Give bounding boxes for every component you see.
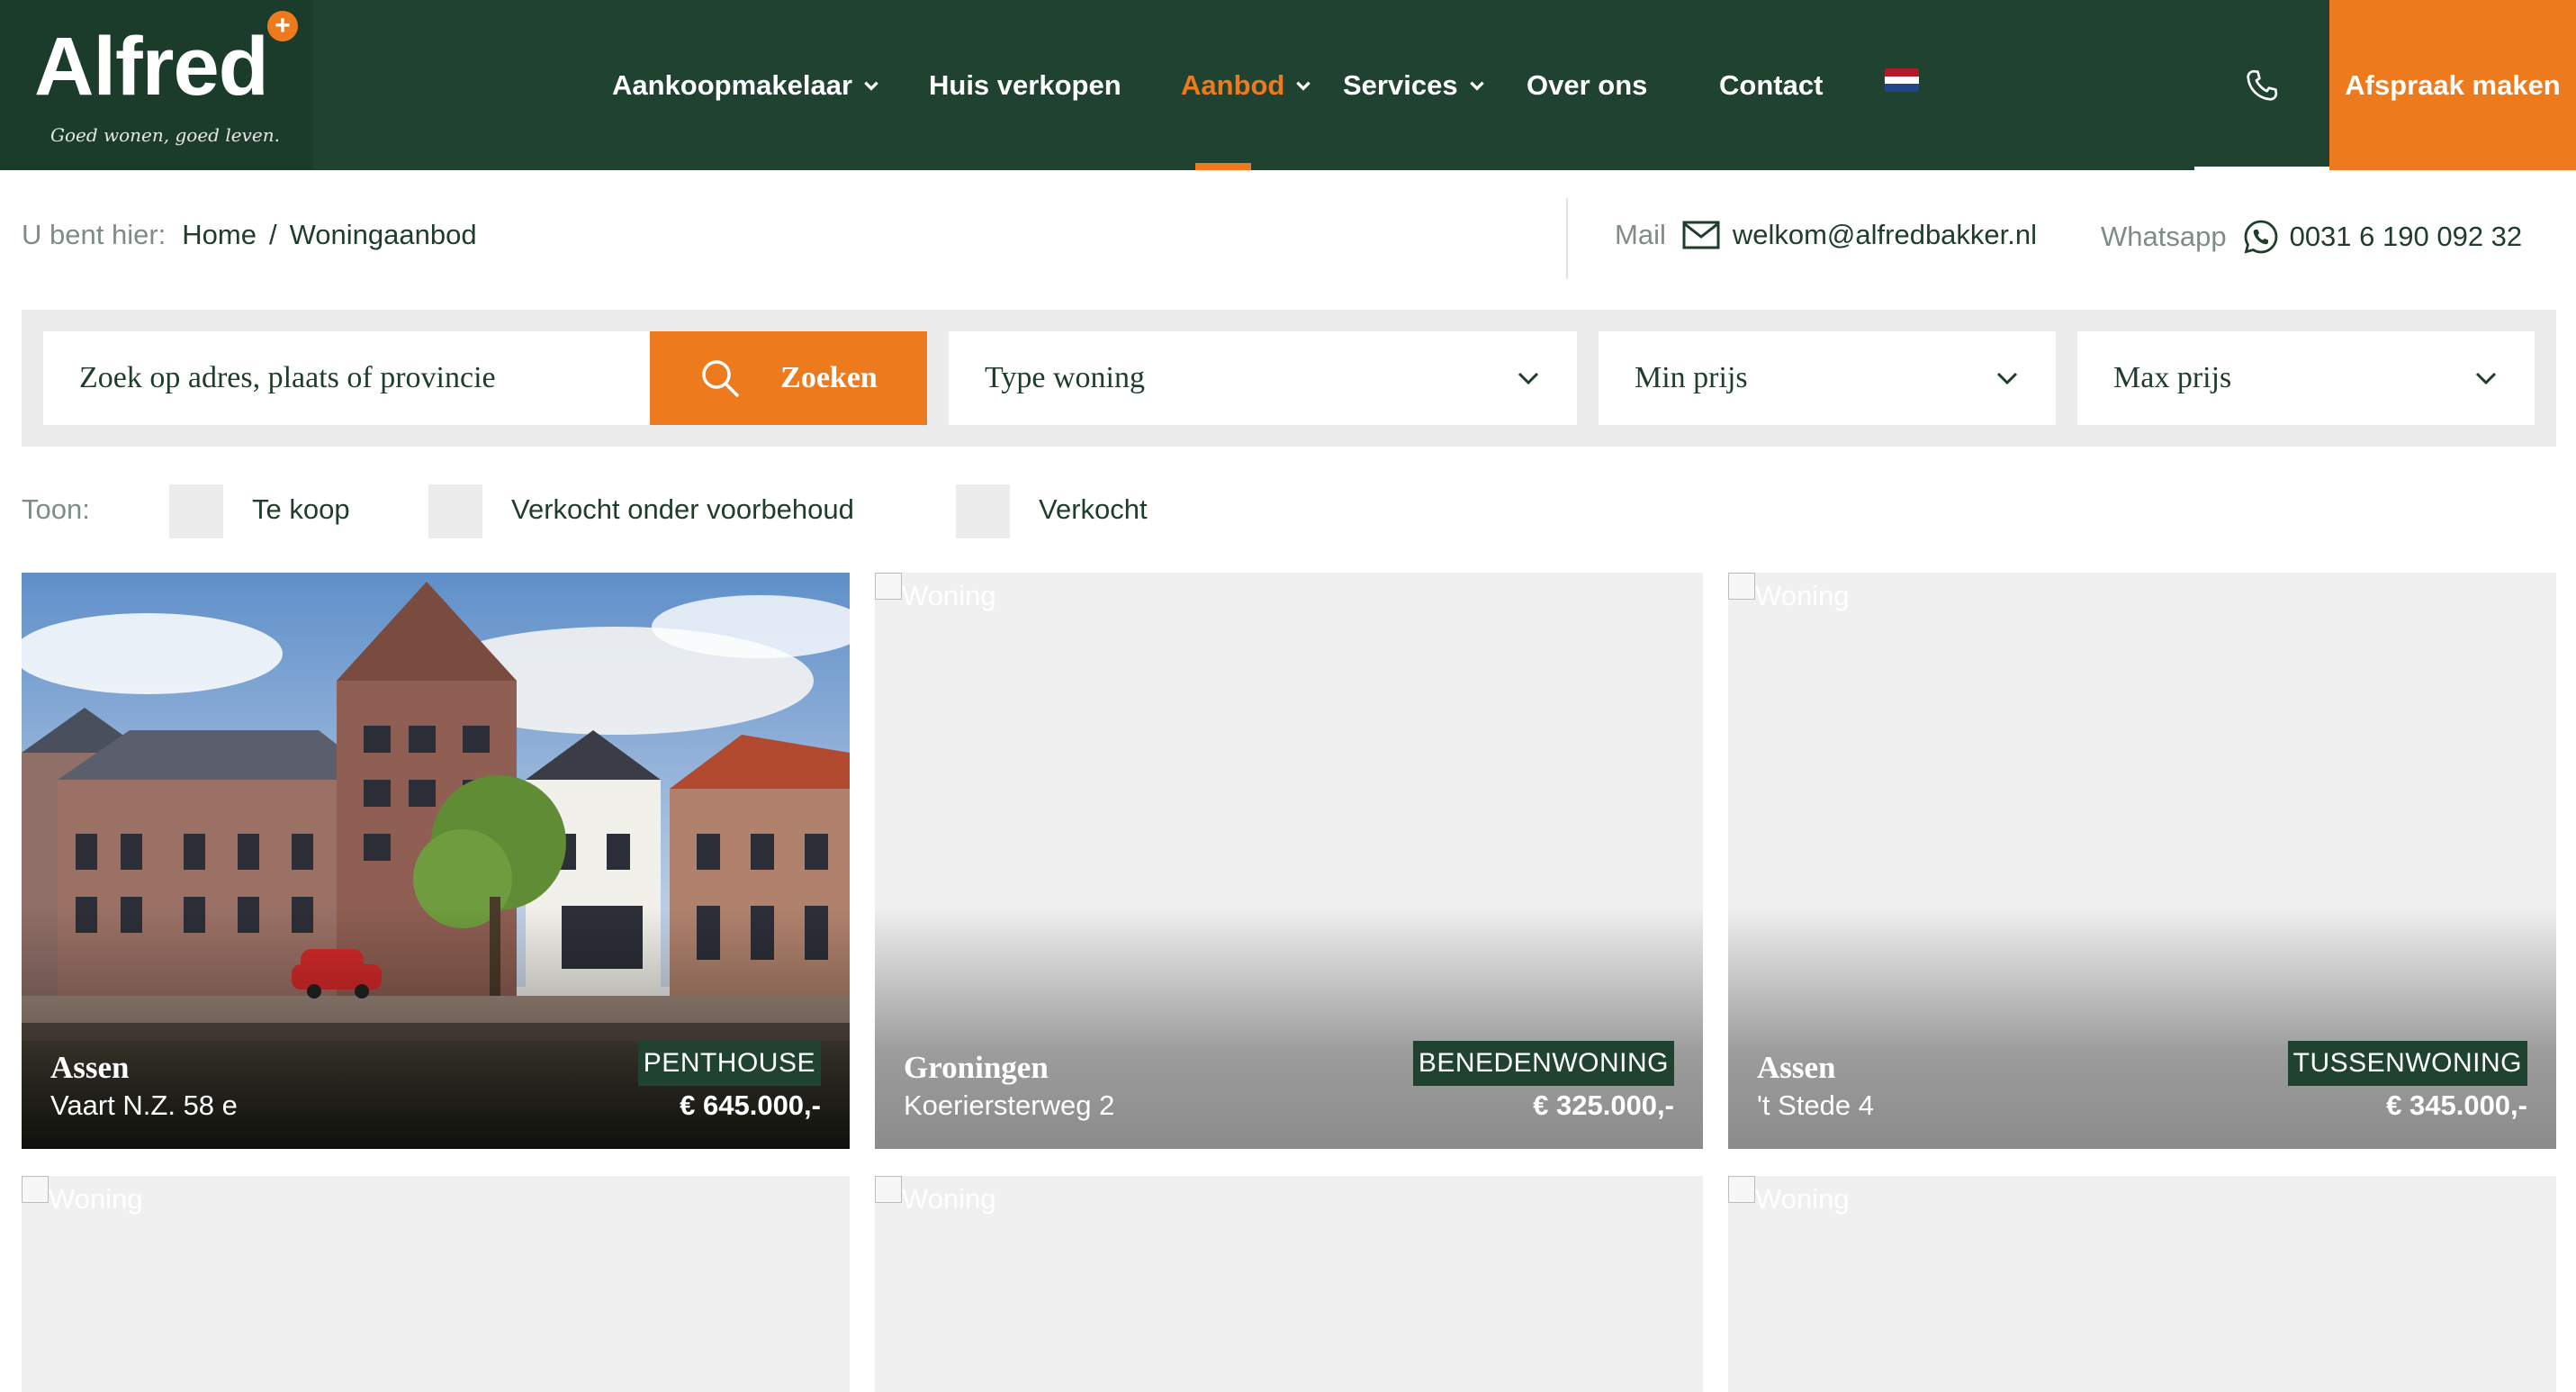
header-divider [1566,198,1568,279]
type-woning-label: Type woning [985,361,1145,394]
broken-image-icon [875,573,902,600]
nav-item-over-ons[interactable]: Over ons [1527,0,1647,170]
broken-image-icon [875,1176,902,1203]
search-icon [702,360,739,397]
listing-price: € 645.000,- [680,1089,821,1121]
breadcrumb-current: Woningaanbod [289,219,477,250]
logo-wordmark: Alfred [34,21,269,113]
nav-item-contact[interactable]: Contact [1719,0,1823,170]
phone-icon [2247,69,2278,101]
listing-card[interactable]: Woning Groningen Koeriersterweg 2 BENEDE… [875,573,1703,1149]
nav-item-huis-verkopen[interactable]: Huis verkopen [929,0,1121,170]
dutch-flag-icon[interactable] [1885,68,1919,92]
whatsapp-icon [2244,220,2277,254]
site-header: Alfred + Goed wonen, goed leven. Aankoop… [0,0,2576,170]
type-woning-select[interactable]: Type woning [949,331,1577,425]
image-alt-text: Woning [902,1183,996,1215]
breadcrumb: U bent hier: Home / Woningaanbod [22,219,477,251]
mail-contact[interactable]: Mail welkom@alfredbakker.nl [1615,219,2037,251]
breadcrumb-home[interactable]: Home [182,219,257,250]
min-prijs-select[interactable]: Min prijs [1599,331,2056,425]
chevron-down-icon [2475,372,2497,385]
listing-card[interactable]: Woning [875,1176,1703,1392]
mail-address[interactable]: welkom@alfredbakker.nl [1733,219,2037,251]
search-button[interactable]: Zoeken [650,331,927,425]
min-prijs-label: Min prijs [1635,361,1748,394]
max-prijs-select[interactable]: Max prijs [2077,331,2535,425]
breadcrumb-separator: / [268,219,277,250]
checkbox-te-koop[interactable] [169,484,223,538]
chevron-down-icon [1469,81,1484,91]
image-alt-text: Woning [49,1183,143,1215]
chevron-down-icon [1996,372,2018,385]
whatsapp-number[interactable]: 0031 6 190 092 32 [2290,221,2523,253]
mail-icon [1682,221,1720,249]
phone-underline [2194,167,2329,170]
listing-type-badge: TUSSENWONING [2287,1041,2527,1086]
whatsapp-contact[interactable]: Whatsapp 0031 6 190 092 32 [2101,219,2522,255]
listing-street: Koeriersterweg 2 [904,1089,1115,1121]
search-button-label: Zoeken [780,361,878,394]
broken-image-icon [1728,573,1755,600]
chevron-down-icon [1518,372,1539,385]
mail-label: Mail [1615,219,1666,250]
active-nav-indicator [1195,163,1251,170]
listing-price: € 325.000,- [1533,1089,1674,1121]
search-input[interactable] [43,331,650,425]
logo[interactable]: Alfred + Goed wonen, goed leven. [0,0,313,170]
listing-street: 't Stede 4 [1757,1089,1875,1121]
plus-icon: + [267,11,298,41]
listing-street: Vaart N.Z. 58 e [50,1089,238,1121]
listing-type-badge: PENTHOUSE [637,1041,821,1086]
nav-item-aankoopmakelaar[interactable]: Aankoopmakelaar [612,0,881,170]
checkbox-verkocht[interactable] [956,484,1010,538]
logo-tagline: Goed wonen, goed leven. [50,124,280,146]
listing-price: € 345.000,- [2386,1089,2527,1121]
checkbox-label-verkocht-onder-voorbehoud[interactable]: Verkocht onder voorbehoud [511,493,854,526]
whatsapp-label: Whatsapp [2101,221,2227,252]
image-alt-text: Woning [1755,580,1850,611]
listing-city: Assen [50,1050,130,1085]
max-prijs-label: Max prijs [2113,361,2232,394]
listing-type-badge: BENEDENWONING [1412,1041,1674,1086]
filters-label: Toon: [22,493,90,525]
listing-city: Assen [1757,1050,1836,1085]
listing-card[interactable]: Woning [22,1176,850,1392]
nav-item-services[interactable]: Services [1343,0,1487,170]
image-alt-text: Woning [902,580,996,611]
broken-image-icon [1728,1176,1755,1203]
listing-card[interactable]: Woning Assen 't Stede 4 TUSSENWONING € 3… [1728,573,2556,1149]
checkbox-verkocht-onder-voorbehoud[interactable] [428,484,482,538]
chevron-down-icon [864,81,878,91]
breadcrumb-prefix: U bent hier: [22,219,167,250]
status-filters: Toon: Te koop Verkocht onder voorbehoud … [22,484,1282,538]
listing-city: Groningen [904,1050,1049,1085]
listing-card[interactable]: Assen Vaart N.Z. 58 e PENTHOUSE € 645.00… [22,573,850,1149]
phone-button[interactable] [2194,0,2329,170]
listing-card[interactable]: Woning [1728,1176,2556,1392]
afspraak-maken-button[interactable]: Afspraak maken [2329,0,2576,170]
broken-image-icon [22,1176,49,1203]
nav-item-aanbod[interactable]: Aanbod [1181,0,1313,170]
chevron-down-icon [1296,81,1311,91]
checkbox-label-verkocht[interactable]: Verkocht [1039,493,1148,526]
image-alt-text: Woning [1755,1183,1850,1215]
checkbox-label-te-koop[interactable]: Te koop [252,493,350,526]
